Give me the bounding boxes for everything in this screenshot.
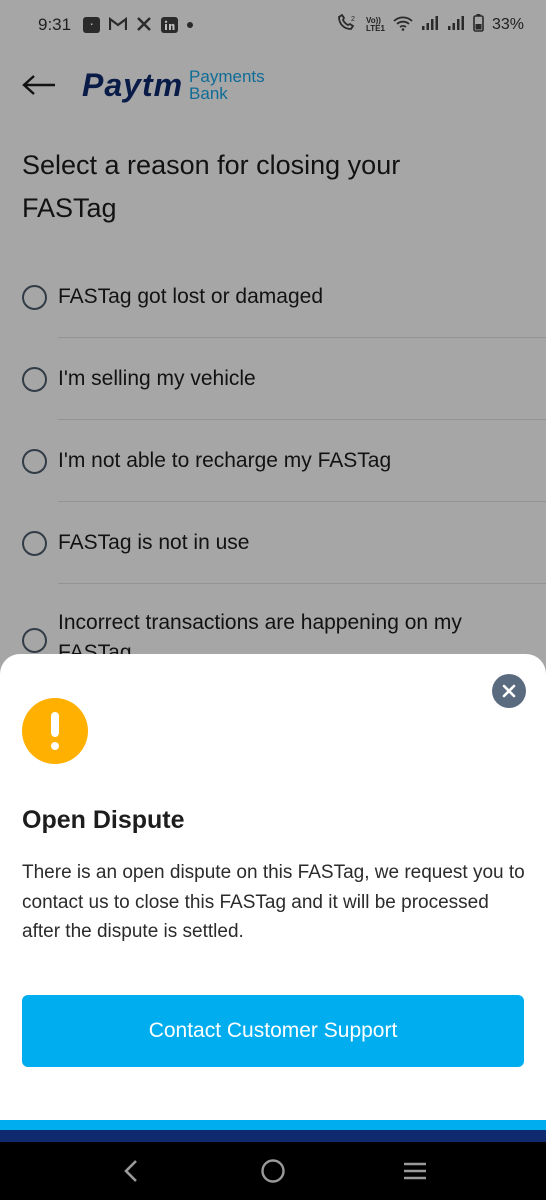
system-icons: 2 Vo)) LTE1 33%: [336, 13, 524, 37]
exclamation-icon: [22, 698, 88, 764]
linkedin-icon: [161, 17, 179, 33]
svg-text:2: 2: [351, 16, 355, 23]
battery-icon: [473, 13, 484, 37]
contact-customer-support-button[interactable]: Contact Customer Support: [22, 995, 524, 1067]
gmail-icon: [108, 16, 128, 34]
home-icon[interactable]: [253, 1151, 293, 1191]
close-button[interactable]: [492, 674, 526, 708]
sheet-title: Open Dispute: [22, 806, 185, 834]
back-icon[interactable]: [111, 1151, 151, 1191]
volte-call-icon: 2: [336, 13, 358, 37]
wifi-icon: [393, 15, 413, 36]
close-icon: [502, 684, 516, 698]
brand-strip-light: [0, 1120, 546, 1130]
signal-icon: [447, 15, 465, 36]
sheet-message: There is an open dispute on this FASTag,…: [22, 862, 525, 942]
status-bar: 9:31 ▪ 2 Vo)) LTE1 33%: [0, 0, 546, 50]
brand-strip-dark: [0, 1130, 546, 1142]
system-nav-bar: [0, 1142, 546, 1200]
battery-percentage: 33%: [491, 16, 524, 33]
x-icon: [136, 16, 152, 35]
paytm-notification-icon: ▪: [83, 17, 101, 33]
open-dispute-sheet: Open Dispute There is an open dispute on…: [0, 654, 546, 1120]
dot-icon: [187, 22, 194, 28]
recents-icon[interactable]: [395, 1151, 435, 1191]
volte-label: Vo)) LTE1: [366, 16, 385, 33]
notification-icons: ▪: [83, 16, 194, 35]
status-time: 9:31: [38, 15, 72, 34]
signal-icon: [421, 15, 439, 36]
